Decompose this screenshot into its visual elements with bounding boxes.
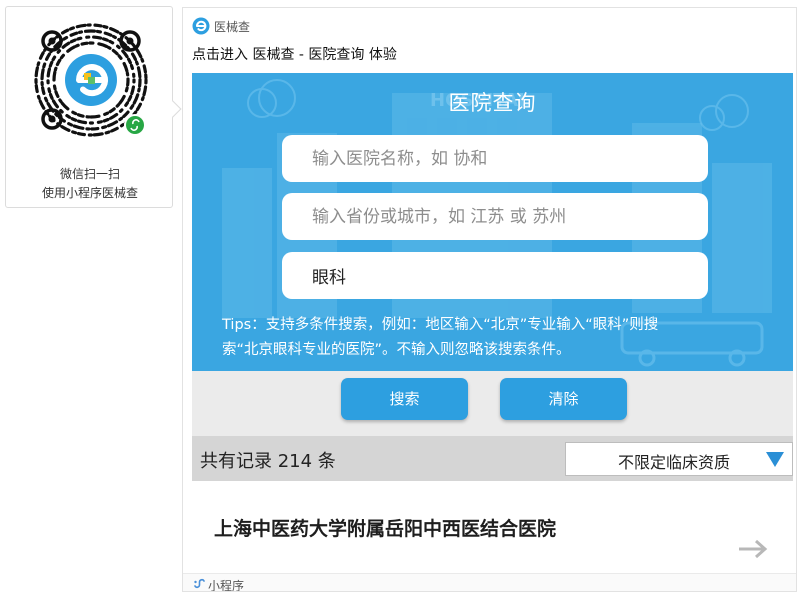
mini-program-qr-code-icon — [34, 23, 148, 137]
region-input[interactable] — [282, 193, 708, 240]
footer-label: 小程序 — [208, 579, 245, 592]
record-count: 共有记录 214 条 — [200, 451, 336, 472]
qr-caption-line1: 微信扫一扫 — [59, 167, 120, 181]
search-tips-line2: 索“北京眼科专业的医院”。不输入则忽略该搜索条件。 — [222, 342, 571, 358]
search-tips: Tips：支持多条件搜索，例如：地区输入“北京”专业输入“眼科”则搜 索“北京眼… — [222, 313, 782, 363]
result-count-bar: 共有记录 214 条 不限定临床资质 — [192, 436, 793, 481]
list-item[interactable]: 上海中医药大学附属岳阳中西医结合医院 — [192, 481, 793, 571]
search-button[interactable]: 搜索 — [341, 378, 468, 420]
hospital-name-input[interactable] — [282, 135, 708, 182]
qualification-filter-select[interactable]: 不限定临床资质 — [565, 442, 793, 476]
card-header: 医械查 点击进入 医械查 - 医院查询 体验 — [183, 8, 796, 73]
qr-card-pointer — [164, 100, 182, 118]
button-bar: 搜索 清除 — [192, 371, 793, 436]
search-tips-line1: Tips：支持多条件搜索，例如：地区输入“北京”专业输入“眼科”则搜 — [222, 317, 659, 333]
card-title[interactable]: 点击进入 医械查 - 医院查询 体验 — [192, 44, 397, 64]
dropdown-triangle-icon — [766, 452, 784, 467]
clear-button[interactable]: 清除 — [500, 378, 627, 420]
hospital-search-panel: HOSPITAL 医院查询 Tips：支持多条件搜索，例如：地区输入“北京”专业… — [192, 73, 793, 371]
specialty-input[interactable] — [282, 252, 708, 299]
qr-caption: 微信扫一扫 使用小程序医械查 — [6, 165, 174, 203]
mini-program-card[interactable]: 医械查 点击进入 医械查 - 医院查询 体验 HOSPITAL 医院查询 输入医… — [182, 7, 797, 592]
qr-caption-line2: 使用小程序医械查 — [41, 186, 138, 200]
share-preview: 微信扫一扫 使用小程序医械查 医械查 点击进入 医械查 - 医院查询 体验 HO… — [0, 0, 800, 594]
hospital-name: 上海中医药大学附属岳阳中西医结合医院 — [214, 518, 557, 540]
yixiecha-logo-icon — [192, 17, 210, 35]
qr-code-card: 微信扫一扫 使用小程序医械查 — [5, 6, 182, 208]
hero-title: 医院查询 — [448, 91, 537, 115]
arrow-right-icon — [739, 539, 768, 559]
card-footer: 小程序 — [183, 573, 796, 592]
brand-name: 医械查 — [214, 20, 251, 34]
mini-program-icon — [194, 578, 205, 589]
filter-selected-label: 不限定临床资质 — [618, 453, 731, 472]
